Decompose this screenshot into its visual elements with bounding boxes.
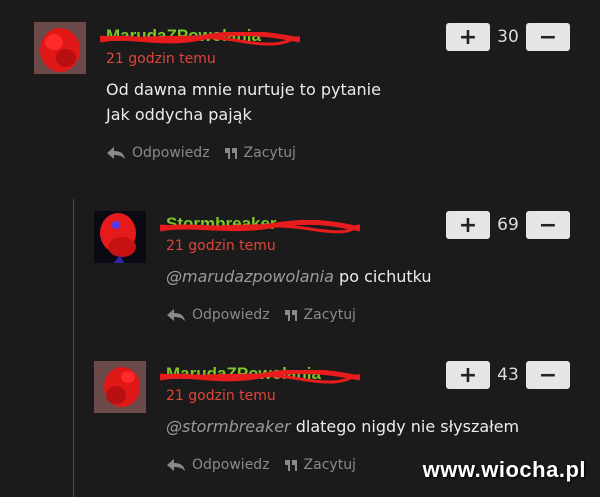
reply-button[interactable]: Odpowiedz — [166, 457, 270, 473]
upvote-button[interactable]: + — [446, 361, 490, 389]
comment-time: 21 godzin temu — [166, 388, 276, 404]
comment-message: po cichutku — [339, 267, 432, 286]
reply-icon — [167, 459, 185, 471]
quote-button[interactable]: Zacytuj — [284, 457, 356, 473]
quote-icon — [284, 460, 297, 471]
username[interactable]: MarudaZPowolania — [100, 26, 300, 46]
avatar[interactable] — [34, 22, 86, 74]
username[interactable]: MarudaZPowolania — [160, 364, 360, 384]
quote-button[interactable]: Zacytuj — [224, 145, 296, 161]
downvote-button[interactable]: − — [526, 23, 570, 51]
comment-line: Od dawna mnie nurtuje to pytanie — [106, 80, 381, 99]
vote-widget: + 30 − — [446, 23, 570, 51]
upvote-button[interactable]: + — [446, 211, 490, 239]
reply-icon — [167, 309, 185, 321]
downvote-button[interactable]: − — [526, 361, 570, 389]
mention-link[interactable]: @marudazpowolania — [166, 267, 334, 286]
downvote-button[interactable]: − — [526, 211, 570, 239]
username[interactable]: Stormbreaker — [160, 214, 360, 234]
vote-widget: + 43 − — [446, 361, 570, 389]
comment-time: 21 godzin temu — [106, 51, 216, 67]
upvote-button[interactable]: + — [446, 23, 490, 51]
quote-button[interactable]: Zacytuj — [284, 307, 356, 323]
reply-icon — [107, 147, 125, 159]
comment-line: Jak oddycha pająk — [106, 105, 252, 124]
quote-icon — [224, 148, 237, 159]
reply-button[interactable]: Odpowiedz — [106, 145, 210, 161]
comment-actions: Odpowiedz Zacytuj — [166, 307, 370, 323]
comment-actions: Odpowiedz Zacytuj — [166, 457, 370, 473]
comment-message: dlatego nigdy nie słyszałem — [295, 417, 520, 436]
comment-text: @stormbreaker dlatego nigdy nie słyszałe… — [166, 414, 519, 439]
vote-widget: + 69 − — [446, 211, 570, 239]
comment-text: Od dawna mnie nurtuje to pytanie Jak odd… — [106, 77, 381, 127]
reply-button[interactable]: Odpowiedz — [166, 307, 270, 323]
mention-link[interactable]: @stormbreaker — [166, 417, 291, 436]
avatar[interactable] — [94, 361, 146, 413]
comment-text: @marudazpowolania po cichutku — [166, 264, 432, 289]
vote-count: 30 — [497, 27, 519, 47]
quote-icon — [284, 310, 297, 321]
vote-count: 43 — [497, 365, 519, 385]
comment-time: 21 godzin temu — [166, 238, 276, 254]
vote-count: 69 — [497, 215, 519, 235]
site-watermark: www.wiocha.pl — [422, 457, 586, 482]
thread-line — [73, 199, 74, 497]
comment-actions: Odpowiedz Zacytuj — [106, 145, 310, 161]
avatar[interactable] — [94, 211, 146, 263]
